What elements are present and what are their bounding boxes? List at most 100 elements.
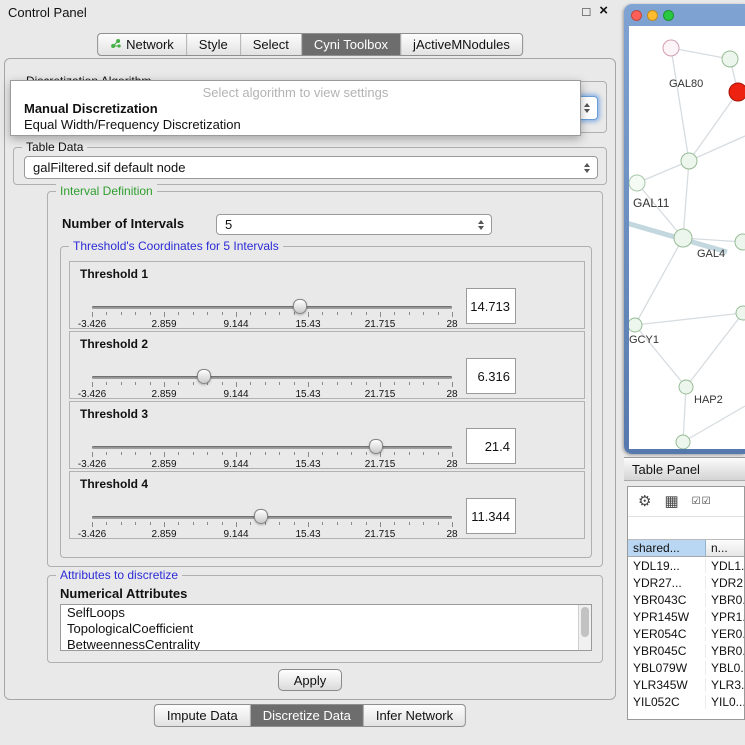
network-node[interactable] (735, 234, 745, 250)
network-node[interactable] (736, 306, 745, 320)
table-cell[interactable]: YBR0... (706, 593, 744, 607)
network-edge[interactable] (635, 238, 683, 325)
table-cell[interactable]: YDR27... (628, 576, 706, 590)
network-node[interactable] (679, 380, 693, 394)
table-row[interactable]: YER054CYER0... (628, 625, 744, 642)
network-edge[interactable] (671, 48, 689, 161)
dropdown-option-equal-width[interactable]: Equal Width/Frequency Discretization (11, 116, 580, 132)
table-cell[interactable]: YER0... (706, 627, 744, 641)
table-row[interactable]: YPR145WYPR1... (628, 608, 744, 625)
close-traffic-light-icon[interactable] (631, 10, 642, 21)
table-cell[interactable]: YBL0... (706, 661, 744, 675)
threshold-value-input[interactable]: 11.344 (466, 498, 516, 534)
table-cell[interactable]: YBR0... (706, 644, 744, 658)
network-edge[interactable] (635, 313, 743, 325)
list-scrollbar[interactable] (578, 605, 591, 650)
table-row[interactable]: YDL19...YDL1... (628, 557, 744, 574)
tab-style[interactable]: Style (187, 34, 241, 55)
threshold-slider[interactable]: -3.4262.8599.14415.4321.71528 (92, 292, 452, 330)
apply-button[interactable]: Apply (278, 669, 342, 691)
table-row[interactable]: YLR345WYLR3... (628, 676, 744, 693)
node-label: GAL11 (633, 196, 670, 210)
minimize-traffic-light-icon[interactable] (647, 10, 658, 21)
table-spacer (628, 517, 744, 539)
slider-thumb[interactable] (254, 509, 268, 524)
slider-track[interactable] (92, 306, 452, 309)
network-node[interactable] (629, 318, 642, 332)
dropdown-option-manual[interactable]: Manual Discretization (11, 100, 580, 116)
table-row[interactable]: YIL052CYIL0... (628, 693, 744, 710)
slider-track[interactable] (92, 516, 452, 519)
column-header-name[interactable]: n... (706, 540, 744, 556)
network-edge[interactable] (683, 161, 689, 238)
zoom-traffic-light-icon[interactable] (663, 10, 674, 21)
tab-label: Impute Data (167, 708, 238, 723)
slider-track[interactable] (92, 376, 452, 379)
network-node[interactable] (674, 229, 692, 247)
table-cell[interactable]: YDL19... (628, 559, 706, 573)
table-cell[interactable]: YPR145W (628, 610, 706, 624)
table-row[interactable]: YBR045CYBR0... (628, 642, 744, 659)
network-edge[interactable] (686, 313, 743, 387)
tab-impute-data[interactable]: Impute Data (155, 705, 251, 726)
table-cell[interactable]: YLR345W (628, 678, 706, 692)
float-window-icon[interactable]: □ (582, 4, 590, 19)
node-label: GAL4 (697, 248, 725, 260)
threshold-slider[interactable]: -3.4262.8599.14415.4321.71528 (92, 432, 452, 470)
table-row[interactable]: YBL079WYBL0... (628, 659, 744, 676)
num-intervals-combobox[interactable]: 5 (216, 214, 492, 235)
table-cell[interactable]: YPR1... (706, 610, 744, 624)
attributes-legend: Attributes to discretize (56, 568, 182, 582)
network-node[interactable] (676, 435, 690, 449)
threshold-value-input[interactable]: 6.316 (466, 358, 516, 394)
column-header-shared-name[interactable]: shared... (628, 540, 706, 556)
table-row[interactable]: YBR043CYBR0... (628, 591, 744, 608)
threshold-value-input[interactable]: 21.4 (466, 428, 516, 464)
network-node[interactable] (663, 40, 679, 56)
table-row[interactable]: YDR27...YDR2... (628, 574, 744, 591)
close-icon[interactable]: × (599, 4, 608, 19)
slider-ticks (92, 382, 452, 388)
table-cell[interactable]: YDR2... (706, 576, 744, 590)
network-node[interactable] (729, 83, 745, 101)
scrollbar-thumb[interactable] (581, 607, 589, 637)
tab-network[interactable]: Network (98, 34, 187, 55)
network-graph[interactable]: GAL80GAL11GAL4GCY1HAP2 (629, 26, 745, 449)
table-cell[interactable]: YBR043C (628, 593, 706, 607)
slider-thumb[interactable] (293, 299, 307, 314)
network-node[interactable] (722, 51, 738, 67)
network-node[interactable] (681, 153, 697, 169)
thresholds-section: Threshold's Coordinates for 5 Intervals … (60, 246, 592, 558)
threshold-slider[interactable]: -3.4262.8599.14415.4321.71528 (92, 362, 452, 400)
threshold-slider[interactable]: -3.4262.8599.14415.4321.71528 (92, 502, 452, 540)
slider-scale: -3.4262.8599.14415.4321.71528 (92, 319, 452, 330)
tab-jactivemodules[interactable]: jActiveMNodules (401, 34, 522, 55)
tab-discretize-data[interactable]: Discretize Data (251, 705, 364, 726)
network-edge[interactable] (683, 387, 686, 442)
list-item[interactable]: SelfLoops (61, 605, 591, 621)
table-cell[interactable]: YBL079W (628, 661, 706, 675)
slider-thumb[interactable] (197, 369, 211, 384)
table-cell[interactable]: YIL0... (706, 695, 744, 709)
select-columns-icon[interactable]: ☑☑ (692, 494, 712, 509)
node-label: HAP2 (694, 394, 723, 406)
network-edge[interactable] (671, 48, 730, 59)
table-cell[interactable]: YBR045C (628, 644, 706, 658)
threshold-value-input[interactable]: 14.713 (466, 288, 516, 324)
list-item[interactable]: BetweennessCentrality (61, 637, 591, 651)
table-cell[interactable]: YLR3... (706, 678, 744, 692)
network-edge[interactable] (683, 406, 745, 442)
table-cell[interactable]: YDL1... (706, 559, 744, 573)
table-cell[interactable]: YER054C (628, 627, 706, 641)
tab-cyni-toolbox[interactable]: Cyni Toolbox (302, 34, 401, 55)
slider-track[interactable] (92, 446, 452, 449)
network-canvas[interactable]: GAL80GAL11GAL4GCY1HAP2 (629, 26, 745, 449)
table-data-combobox[interactable]: galFiltered.sif default node (24, 156, 598, 179)
tab-infer-network[interactable]: Infer Network (364, 705, 465, 726)
network-node[interactable] (629, 175, 645, 191)
tab-select[interactable]: Select (241, 34, 302, 55)
list-item[interactable]: TopologicalCoefficient (61, 621, 591, 637)
table-cell[interactable]: YIL052C (628, 695, 706, 709)
gear-icon[interactable]: ⚙ (638, 494, 651, 509)
columns-icon[interactable]: ▦ (664, 494, 678, 509)
